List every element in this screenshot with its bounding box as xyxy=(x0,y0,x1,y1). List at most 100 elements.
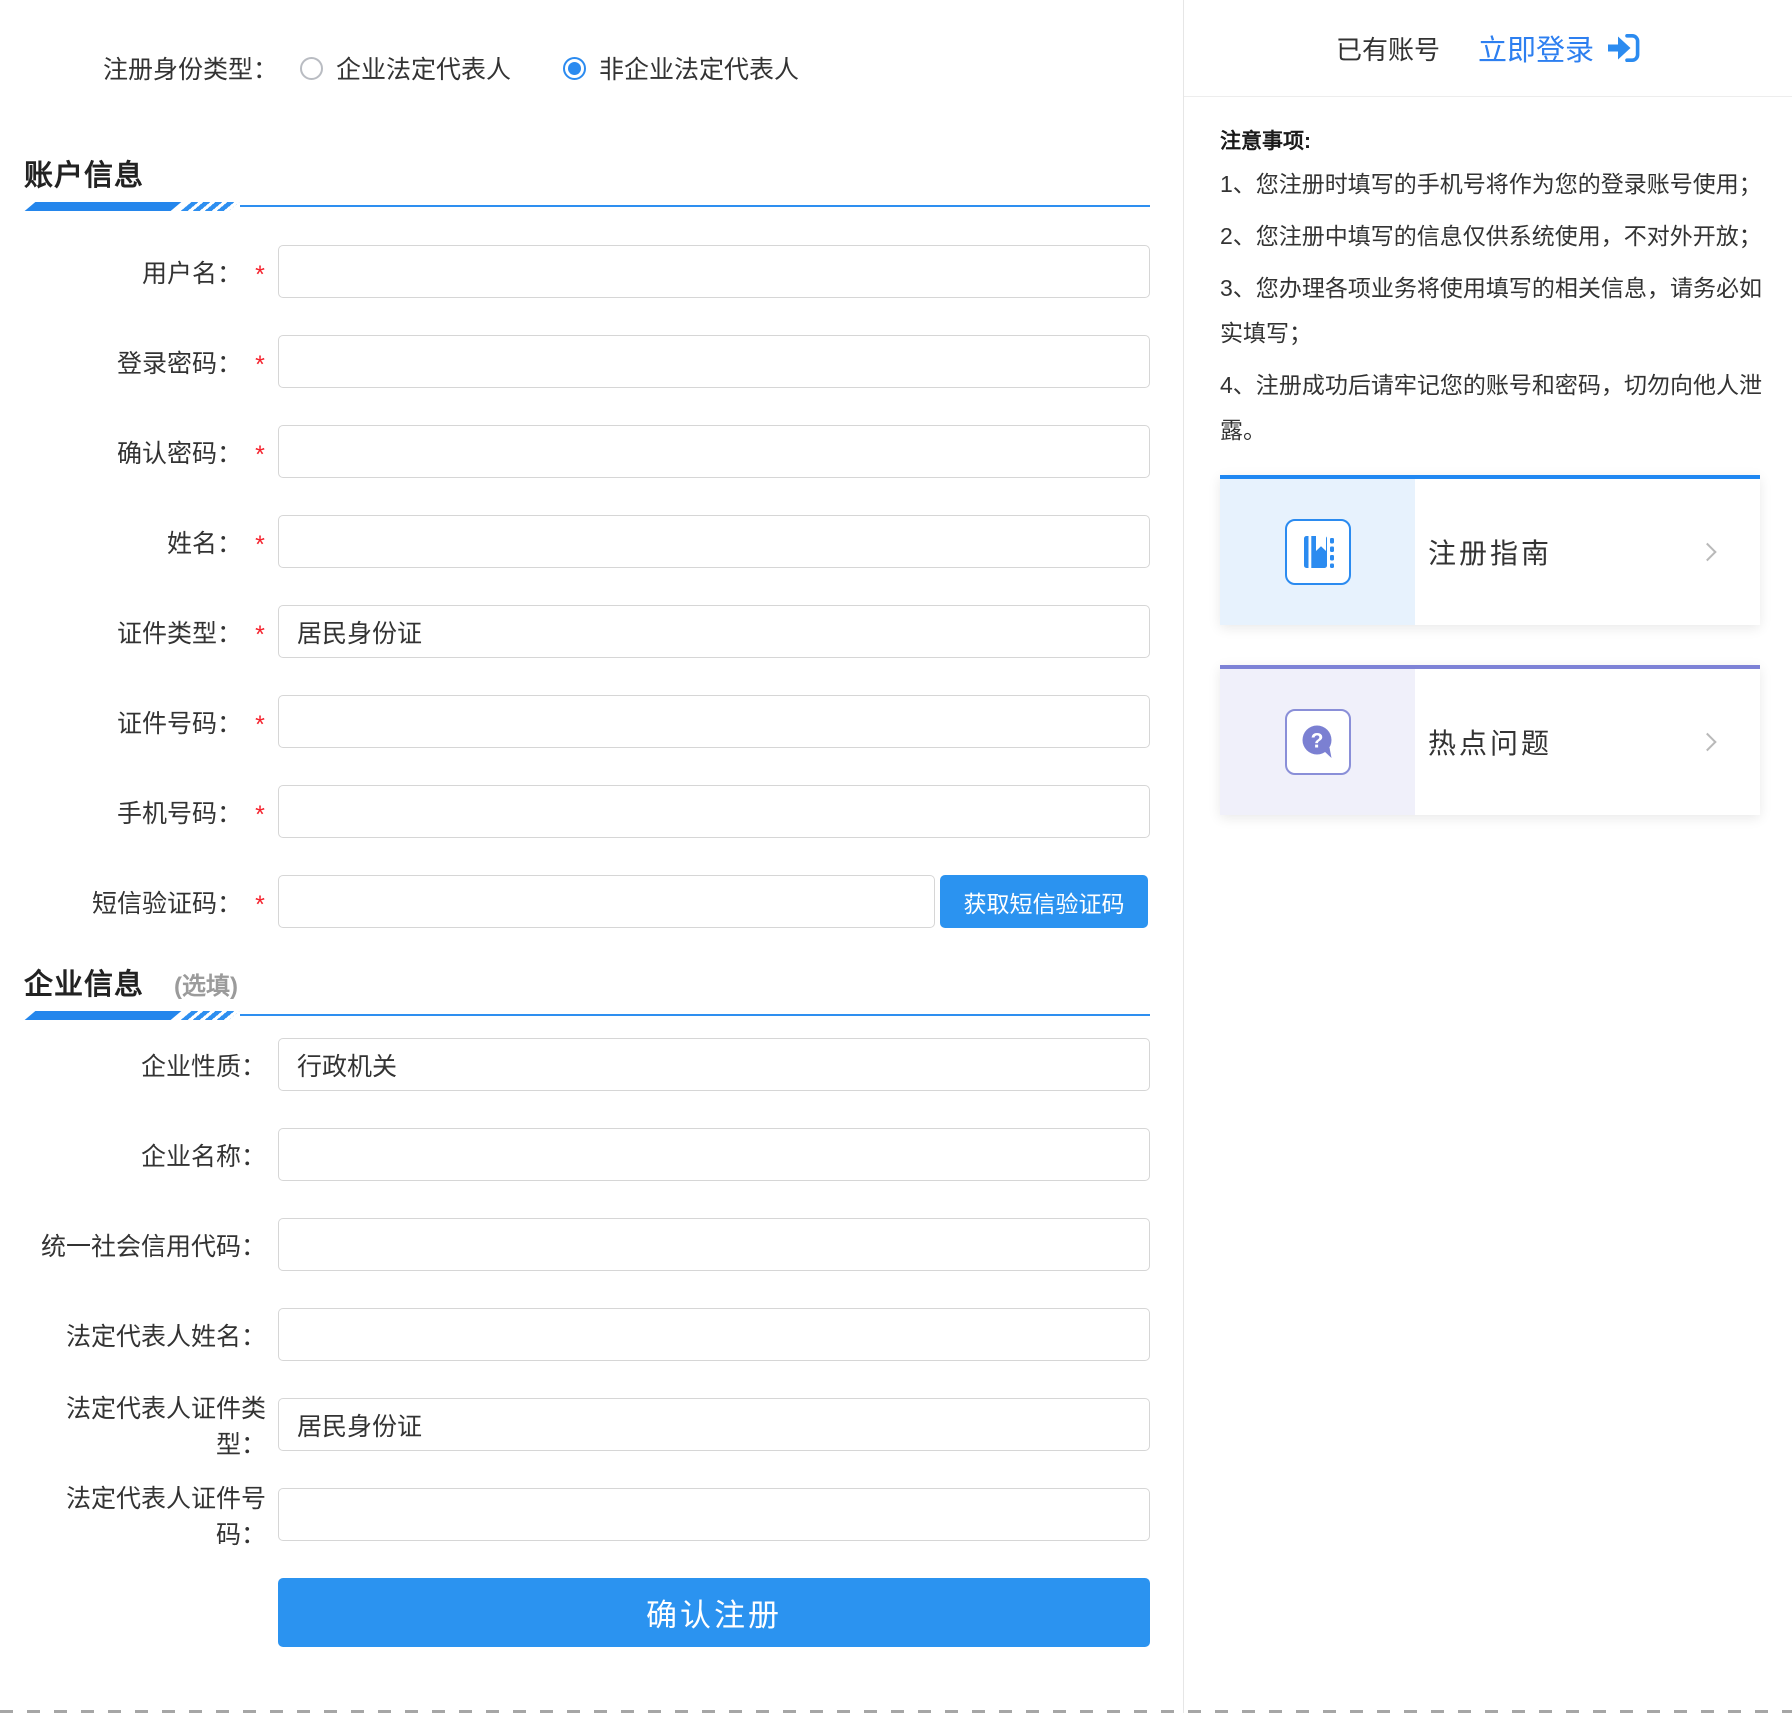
enterprise-nature-select[interactable] xyxy=(278,1038,1150,1091)
phone-input[interactable] xyxy=(278,785,1150,838)
form-row-legal-rep-id-type: 法定代表人证件类型： xyxy=(24,1398,1183,1451)
help-cards: 注册指南 ? 热点问题 xyxy=(1184,475,1792,815)
info-side-panel: 已有账号 立即登录 注意事项: 1、您注册时填写的手机号将作为您的登录账号使用；… xyxy=(1183,0,1792,1713)
note-item: 2、您注册中填写的信息仅供系统使用，不对外开放； xyxy=(1220,214,1762,259)
login-header-row: 已有账号 立即登录 xyxy=(1184,0,1792,97)
guide-icon-cell xyxy=(1220,479,1415,625)
confirm-register-button[interactable]: 确认注册 xyxy=(278,1578,1150,1647)
form-row-phone: 手机号码： * xyxy=(24,785,1183,838)
field-label: 证件类型： xyxy=(24,614,242,650)
field-label: 企业性质： xyxy=(24,1047,278,1083)
have-account-text: 已有账号 xyxy=(1336,30,1440,67)
confirm-password-input[interactable] xyxy=(278,425,1150,478)
note-item: 4、注册成功后请牢记您的账号和密码，切勿向他人泄露。 xyxy=(1220,363,1762,453)
field-label: 法定代表人证件号码： xyxy=(24,1479,278,1551)
field-label: 短信验证码： xyxy=(24,884,242,920)
form-row-credit-code: 统一社会信用代码： xyxy=(24,1218,1183,1271)
identity-type-label: 注册身份类型： xyxy=(103,50,278,86)
enterprise-section-title: 企业信息 xyxy=(24,965,144,1005)
field-label: 法定代表人证件类型： xyxy=(24,1389,278,1461)
login-now-label: 立即登录 xyxy=(1478,27,1594,69)
legal-rep-name-input[interactable] xyxy=(278,1308,1150,1361)
note-item: 3、您办理各项业务将使用填写的相关信息，请务必如实填写； xyxy=(1220,266,1762,356)
underline-bar xyxy=(25,1011,182,1020)
hot-icon-box: ? xyxy=(1285,709,1351,775)
hot-questions-card[interactable]: ? 热点问题 xyxy=(1220,665,1760,815)
underline-bar xyxy=(25,202,182,211)
register-guide-card[interactable]: 注册指南 xyxy=(1220,475,1760,625)
form-row-sms-code: 短信验证码： * 获取短信验证码 xyxy=(24,875,1183,928)
required-asterisk: * xyxy=(242,883,278,920)
underline-stripes xyxy=(181,202,240,211)
username-input[interactable] xyxy=(278,245,1150,298)
underline-line xyxy=(240,1014,1150,1016)
notes-block: 注意事项: 1、您注册时填写的手机号将作为您的登录账号使用； 2、您注册中填写的… xyxy=(1184,97,1792,453)
field-label: 企业名称： xyxy=(24,1137,278,1173)
svg-text:?: ? xyxy=(1310,730,1323,753)
enterprise-fields-block: 企业性质： 企业名称： 统一社会信用代码： 法定代表人姓名： 法定代表人证件类型… xyxy=(24,1038,1183,1541)
login-now-link[interactable]: 立即登录 xyxy=(1478,27,1640,69)
field-label: 统一社会信用代码： xyxy=(24,1227,278,1263)
form-row-confirm-password: 确认密码： * xyxy=(24,425,1183,478)
required-asterisk: * xyxy=(242,343,278,380)
get-sms-code-button[interactable]: 获取短信验证码 xyxy=(940,875,1148,928)
field-label: 登录密码： xyxy=(24,344,242,380)
account-section-title: 账户信息 xyxy=(24,156,144,196)
account-section-header: 账户信息 xyxy=(24,156,1183,196)
radio-option-label: 企业法定代表人 xyxy=(336,50,511,86)
underline-line xyxy=(240,205,1150,207)
form-row-legal-rep-id-number: 法定代表人证件号码： xyxy=(24,1488,1183,1541)
section-underline xyxy=(24,201,1150,213)
radio-selected-icon[interactable] xyxy=(563,57,586,80)
identity-radio-group: 企业法定代表人 非企业法定代表人 xyxy=(300,50,799,86)
form-row-id-number: 证件号码： * xyxy=(24,695,1183,748)
id-type-select[interactable] xyxy=(278,605,1150,658)
field-label: 用户名： xyxy=(24,254,242,290)
form-row-enterprise-name: 企业名称： xyxy=(24,1128,1183,1181)
guide-icon-box xyxy=(1285,519,1351,585)
form-row-password: 登录密码： * xyxy=(24,335,1183,388)
hot-icon-cell: ? xyxy=(1220,669,1415,815)
name-input[interactable] xyxy=(278,515,1150,568)
form-row-username: 用户名： * xyxy=(24,245,1183,298)
guide-book-icon xyxy=(1296,530,1340,574)
required-asterisk: * xyxy=(242,433,278,470)
underline-stripes xyxy=(181,1011,240,1020)
required-asterisk: * xyxy=(242,703,278,740)
account-fields-block: 用户名： * 登录密码： * 确认密码： * 姓名： * 证件类型： * xyxy=(24,245,1183,928)
credit-code-input[interactable] xyxy=(278,1218,1150,1271)
note-item: 1、您注册时填写的手机号将作为您的登录账号使用； xyxy=(1220,162,1762,207)
enterprise-name-input[interactable] xyxy=(278,1128,1150,1181)
question-bubble-icon: ? xyxy=(1296,720,1340,764)
chevron-right-icon xyxy=(1698,733,1716,751)
radio-option-non-enterprise-rep[interactable]: 非企业法定代表人 xyxy=(563,50,799,86)
field-label: 姓名： xyxy=(24,524,242,560)
password-input[interactable] xyxy=(278,335,1150,388)
id-number-input[interactable] xyxy=(278,695,1150,748)
required-asterisk: * xyxy=(242,793,278,830)
form-row-legal-rep-name: 法定代表人姓名： xyxy=(24,1308,1183,1361)
field-label: 确认密码： xyxy=(24,434,242,470)
identity-type-row: 注册身份类型： 企业法定代表人 非企业法定代表人 xyxy=(103,50,1183,86)
field-label: 证件号码： xyxy=(24,704,242,740)
registration-page: 注册身份类型： 企业法定代表人 非企业法定代表人 账户信息 用户名： xyxy=(0,0,1792,1713)
optional-tag: (选填) xyxy=(174,966,238,1001)
required-asterisk: * xyxy=(242,613,278,650)
radio-option-enterprise-rep[interactable]: 企业法定代表人 xyxy=(300,50,511,86)
form-row-enterprise-nature: 企业性质： xyxy=(24,1038,1183,1091)
legal-rep-id-type-select[interactable] xyxy=(278,1398,1150,1451)
form-row-id-type: 证件类型： * xyxy=(24,605,1183,658)
radio-unselected-icon[interactable] xyxy=(300,57,323,80)
field-label: 手机号码： xyxy=(24,794,242,830)
sms-code-input[interactable] xyxy=(278,875,935,928)
legal-rep-id-number-input[interactable] xyxy=(278,1488,1150,1541)
enterprise-section-header: 企业信息 (选填) xyxy=(24,965,1183,1005)
required-asterisk: * xyxy=(242,523,278,560)
notes-title: 注意事项: xyxy=(1220,125,1762,155)
login-arrow-icon xyxy=(1606,32,1640,64)
chevron-right-icon xyxy=(1698,543,1716,561)
section-underline xyxy=(24,1010,1150,1022)
registration-form-panel: 注册身份类型： 企业法定代表人 非企业法定代表人 账户信息 用户名： xyxy=(0,0,1183,1713)
form-row-name: 姓名： * xyxy=(24,515,1183,568)
required-asterisk: * xyxy=(242,253,278,290)
